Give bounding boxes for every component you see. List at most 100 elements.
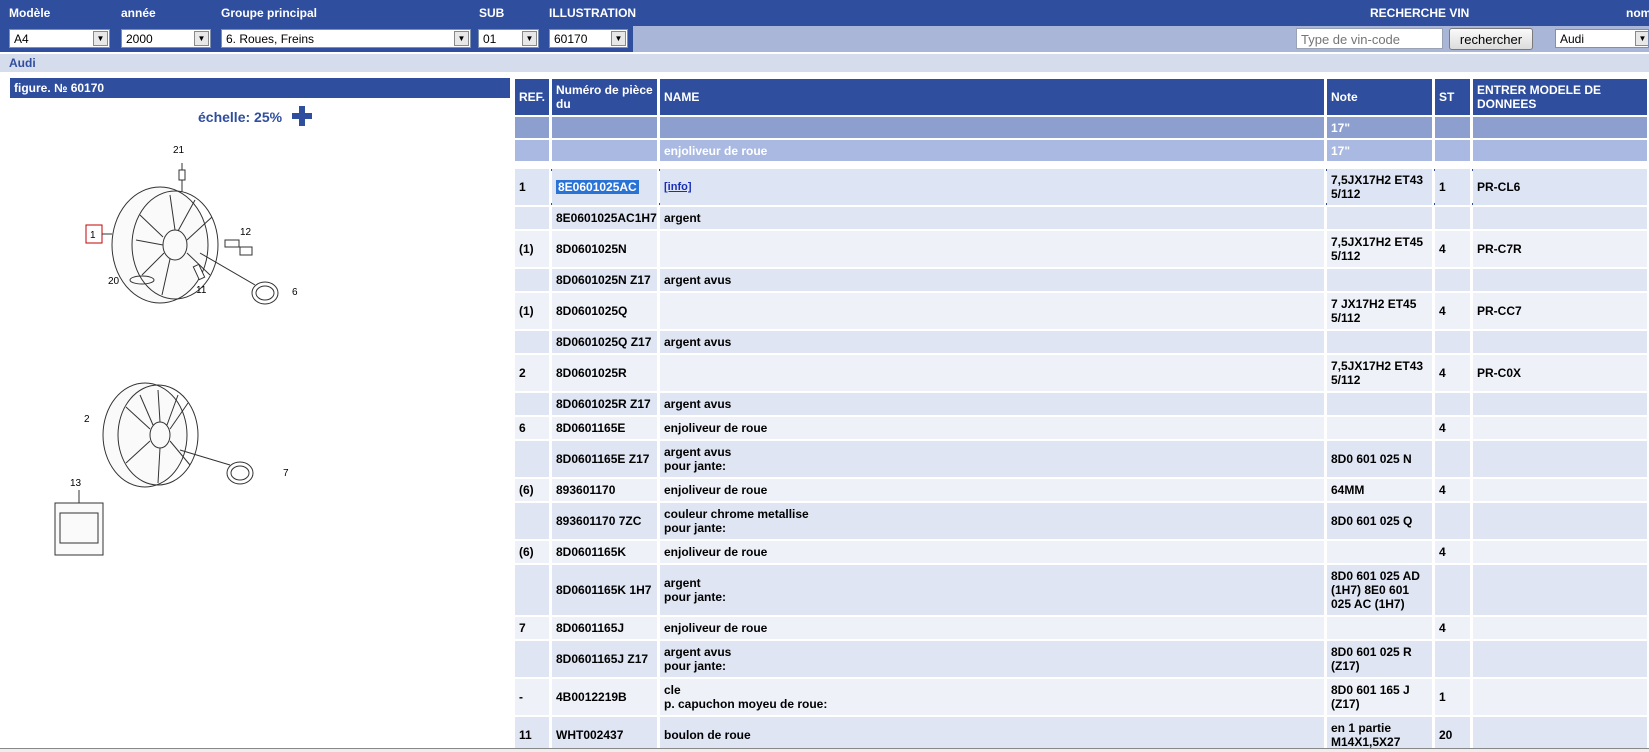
table-row[interactable]: (1) 8D0601025Q 7 JX17H2 ET45 5/112 4 PR-CC7 [515, 293, 1649, 329]
cell-model: PR-CC7 [1473, 293, 1649, 329]
cell-st [1435, 393, 1472, 415]
table-row[interactable]: 8D0601165E Z17 argent avus pour jante: 8D0… [515, 441, 1649, 477]
cell-st: 1 [1435, 679, 1472, 715]
cell-name-text: argent avus pour jante: [664, 645, 732, 673]
cell-name: enjoliveur de roue [660, 617, 1326, 639]
cell-ref: 2 [515, 355, 551, 391]
cell-st: 4 [1435, 541, 1472, 563]
cell-name: argent avus pour jante: [660, 441, 1326, 477]
chevron-down-icon[interactable]: ▼ [611, 31, 626, 46]
table-row[interactable]: 8D0601165K 1H7 argent pour jante: 8D0 601 … [515, 565, 1649, 615]
cell-note [1327, 207, 1434, 229]
cell-ref: (1) [515, 293, 551, 329]
callout-label: 21 [173, 145, 185, 156]
illustration-select[interactable]: 60170 ▼ [549, 29, 628, 48]
cell-st [1435, 331, 1472, 353]
table-row[interactable]: - 4B0012219B cle p. capuchon moyeu de roue… [515, 679, 1649, 715]
cell-st: ST [1435, 79, 1472, 115]
chevron-down-icon[interactable]: ▼ [93, 31, 108, 46]
modele-select[interactable]: A4 ▼ [9, 29, 110, 48]
cell-note-text: 7,5JX17H2 ET43 5/112 [1331, 359, 1424, 387]
breadcrumb-link-audi[interactable]: Audi [9, 56, 36, 70]
cell-ref [515, 565, 551, 615]
table-row[interactable]: 6 8D0601165E enjoliveur de roue 4 [515, 417, 1649, 439]
cell-st [1435, 207, 1472, 229]
selector-row: A4 ▼ 2000 ▼ 6. Roues, Freins ▼ 01 ▼ 6017… [0, 26, 1649, 52]
cell-st-text: 4 [1439, 545, 1446, 559]
table-row[interactable]: 8D0601025N Z17 argent avus [515, 269, 1649, 291]
zoom-in-icon[interactable] [290, 104, 314, 128]
chevron-down-icon[interactable]: ▼ [1635, 31, 1648, 46]
annee-select[interactable]: 2000 ▼ [121, 29, 211, 48]
table-row[interactable]: 8E0601025AC1H7 argent [515, 207, 1649, 229]
table-row[interactable]: 8D0601025Q Z17 argent avus [515, 331, 1649, 353]
cell-st-text: ST [1439, 90, 1455, 104]
cell-pn: 8D0601165K 1H7 [552, 565, 659, 615]
cell-note-text: 8D0 601 025 R (Z17) [1331, 645, 1412, 673]
cell-note: Note [1327, 79, 1434, 115]
cell-model [1473, 641, 1649, 677]
cell-pn [552, 117, 659, 138]
cell-pn-text: 8D0601165J Z17 [556, 652, 649, 666]
cell-name: [info] [660, 169, 1326, 205]
chevron-down-icon[interactable]: ▼ [454, 31, 469, 46]
cell-ref: (1) [515, 231, 551, 267]
group-band-row: enjoliveur de roue 17" [515, 140, 1649, 161]
chevron-down-icon[interactable]: ▼ [194, 31, 209, 46]
cell-name-text: argent avus [664, 273, 732, 287]
cell-st-text: 1 [1439, 690, 1446, 704]
chevron-down-icon[interactable]: ▼ [522, 31, 537, 46]
callout-label: 13 [70, 478, 82, 489]
groupe-select[interactable]: 6. Roues, Freins ▼ [221, 29, 471, 48]
table-row[interactable]: (1) 8D0601025N 7,5JX17H2 ET45 5/112 4 PR-C7R [515, 231, 1649, 267]
cell-note-text: 7,5JX17H2 ET45 5/112 [1331, 235, 1424, 263]
cell-note: 7,5JX17H2 ET43 5/112 [1327, 169, 1434, 205]
cell-pn: 8D0601025R Z17 [552, 393, 659, 415]
table-row[interactable]: (6) 8D0601165K enjoliveur de roue 4 [515, 541, 1649, 563]
cell-pn-text: 8D0601165E [556, 421, 626, 435]
search-vin-button[interactable]: rechercher [1449, 28, 1533, 50]
cell-pn-text: 8D0601165J [556, 621, 625, 635]
table-row[interactable]: 7 8D0601165J enjoliveur de roue 4 [515, 617, 1649, 639]
callout-label: 2 [84, 414, 90, 425]
cell-ref-text: (1) [519, 304, 534, 318]
cell-note-text: Note [1331, 90, 1358, 104]
cell-st-text: 4 [1439, 366, 1446, 380]
vin-search-input[interactable] [1296, 28, 1443, 49]
info-link[interactable]: [info] [664, 180, 691, 194]
cell-note [1327, 617, 1434, 639]
label-illustration: ILLUSTRATION [549, 6, 637, 20]
cell-pn-text: 893601170 7ZC [556, 514, 642, 528]
cell-name: boulon de roue [660, 717, 1326, 752]
cell-pn: 8D0601165J [552, 617, 659, 639]
cell-name-text: argent avus [664, 397, 732, 411]
table-row[interactable]: 11 WHT002437 boulon de roue en 1 partie M14… [515, 717, 1649, 752]
table-row[interactable]: 2 8D0601025R 7,5JX17H2 ET43 5/112 4 PR-C0X [515, 355, 1649, 391]
table-row[interactable]: 8D0601165J Z17 argent avus pour jante: 8D0… [515, 641, 1649, 677]
cell-pn: 8D0601165E Z17 [552, 441, 659, 477]
cell-name-text: enjoliveur de roue [664, 621, 768, 635]
table-row[interactable]: (6) 893601170 enjoliveur de roue 64MM 4 [515, 479, 1649, 501]
cell-model: PR-C0X [1473, 355, 1649, 391]
cell-model [1473, 479, 1649, 501]
brand-select[interactable]: Audi ▼ [1555, 29, 1649, 48]
table-row[interactable]: 1 8E0601025AC [info] 7,5JX17H2 ET43 5/112 1 P… [515, 169, 1649, 205]
selected-part-number: 8E0601025AC [556, 180, 639, 194]
table-row[interactable]: 893601170 7ZC couleur chrome metallise po… [515, 503, 1649, 539]
cell-pn: 8D0601025Q Z17 [552, 331, 659, 353]
table-row[interactable]: 8D0601025R Z17 argent avus [515, 393, 1649, 415]
cell-ref-text: 11 [519, 728, 532, 742]
sub-select[interactable]: 01 ▼ [478, 29, 539, 48]
cell-st [1435, 140, 1472, 161]
cell-pn: Numéro de pièce du [552, 79, 659, 115]
cell-ref [515, 503, 551, 539]
cell-ref: 6 [515, 417, 551, 439]
cell-model [1473, 207, 1649, 229]
illustration-value: 60170 [554, 32, 588, 46]
cell-st: 1 [1435, 169, 1472, 205]
cell-model: PR-CL6 [1473, 169, 1649, 205]
cell-note [1327, 393, 1434, 415]
cell-model [1473, 679, 1649, 715]
cell-model [1473, 117, 1649, 138]
table-header: REF. Numéro de pièce du NAME Note ST ENTRER M… [515, 79, 1649, 115]
